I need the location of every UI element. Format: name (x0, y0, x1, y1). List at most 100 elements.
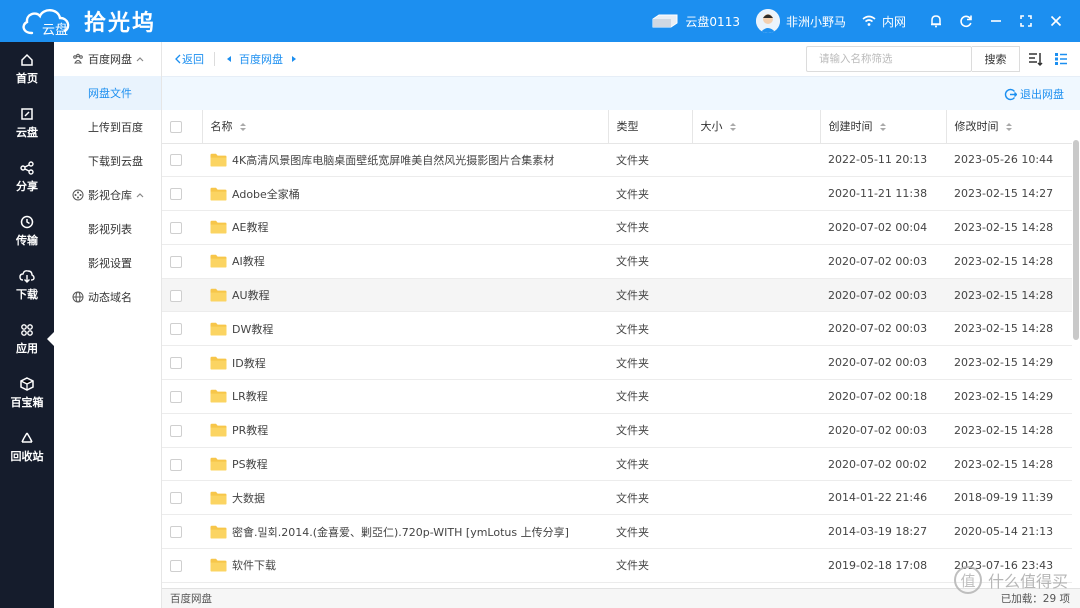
name-cell[interactable]: AU教程 (202, 278, 608, 313)
folder-icon (210, 187, 227, 201)
row-checkbox[interactable] (170, 357, 182, 370)
search-input[interactable] (806, 46, 972, 72)
table-row[interactable]: PS教程 文件夹 2020-07-02 00:02 2023-02-15 14:28 (162, 447, 1072, 482)
fullscreen-button[interactable] (1012, 0, 1040, 42)
row-checkbox[interactable] (170, 188, 182, 201)
table-row[interactable]: DW教程 文件夹 2020-07-02 00:03 2023-02-15 14:28 (162, 311, 1072, 347)
sort-icon[interactable] (1028, 51, 1044, 67)
row-checkbox[interactable] (170, 492, 182, 505)
table-row[interactable]: LR教程 文件夹 2020-07-02 00:18 2023-02-15 14:29 (162, 379, 1072, 414)
name-cell[interactable]: AI教程 (202, 244, 608, 279)
file-name: Adobe全家桶 (232, 187, 300, 201)
name-cell[interactable]: 密會.밀회.2014.(金喜爱、剿亞仁).720p-WITH [ymLotus … (202, 514, 608, 550)
refresh-button[interactable] (952, 0, 980, 42)
nav-toolbox[interactable]: 百宝箱 (0, 366, 54, 420)
table-row[interactable]: ID教程 文件夹 2020-07-02 00:03 2023-02-15 14:29 (162, 345, 1072, 381)
nav-apps[interactable]: 应用 (0, 312, 54, 366)
table-row[interactable]: Adobe全家桶 文件夹 2020-11-21 11:38 2023-02-15 14… (162, 176, 1072, 212)
file-name: AE教程 (232, 221, 269, 235)
refresh-icon (960, 15, 972, 28)
sort-arrows-icon (239, 123, 246, 132)
nav-share[interactable]: 分享 (0, 150, 54, 204)
subnav-group-ddns[interactable]: 动态域名 (54, 280, 161, 314)
folder-icon (210, 457, 227, 471)
name-cell[interactable]: AE教程 (202, 210, 608, 245)
name-cell[interactable]: DW教程 (202, 311, 608, 347)
nav-transfer[interactable]: 传输 (0, 204, 54, 258)
header-type[interactable]: 类型 (608, 110, 693, 144)
device-indicator[interactable]: 云盘0113 (651, 13, 740, 30)
scroll-thumb[interactable] (1073, 140, 1079, 340)
subnav-group-video[interactable]: 影视仓库 (54, 178, 161, 212)
modified-cell: 2023-02-15 14:28 (946, 244, 1072, 279)
toolbar: 返回 百度网盘 搜索 (162, 42, 1080, 76)
subnav-item-upload-baidu[interactable]: 上传到百度 (54, 110, 161, 144)
row-checkbox[interactable] (170, 424, 182, 437)
created-cell: 2020-07-02 00:03 (820, 345, 946, 381)
select-all-checkbox[interactable] (170, 120, 182, 133)
created-cell: 2020-07-02 00:04 (820, 210, 946, 245)
row-checkbox[interactable] (170, 255, 182, 268)
table-row[interactable]: AE教程 文件夹 2020-07-02 00:04 2023-02-15 14:28 (162, 210, 1072, 245)
minimize-button[interactable] (982, 0, 1010, 42)
table-row[interactable]: 大数据 文件夹 2014-01-22 21:46 2018-09-19 11:39 (162, 480, 1072, 516)
name-cell[interactable]: 大数据 (202, 480, 608, 516)
type-cell: 文件夹 (608, 447, 692, 482)
list-view-icon[interactable] (1054, 52, 1068, 66)
row-checkbox[interactable] (170, 323, 182, 336)
header-size[interactable]: 大小 (692, 110, 821, 144)
baidu-paw-icon (73, 53, 83, 64)
nav-cloud-disk[interactable]: 云盘 (0, 96, 54, 150)
created-cell: 2020-07-02 00:03 (820, 244, 946, 279)
table-row[interactable]: AU教程 文件夹 2020-07-02 00:03 2023-02-15 14:28 (162, 278, 1072, 313)
row-checkbox[interactable] (170, 154, 182, 167)
name-cell[interactable]: Adobe全家桶 (202, 176, 608, 212)
close-button[interactable] (1042, 0, 1070, 42)
name-cell[interactable]: 软件下载 (202, 548, 608, 583)
type-cell: 文件夹 (608, 548, 692, 583)
table-row[interactable]: 4K高清风景图库电脑桌面壁纸宽屏唯美自然风光摄影图片合集素材 文件夹 2022-05… (162, 143, 1072, 178)
subnav-group-baidu[interactable]: 百度网盘 (54, 42, 161, 76)
name-cell[interactable]: LR教程 (202, 379, 608, 414)
folder-icon (210, 322, 227, 336)
file-name: 4K高清风景图库电脑桌面壁纸宽屏唯美自然风光摄影图片合集素材 (232, 153, 555, 167)
network-status[interactable]: 内网 (862, 13, 906, 30)
subnav-item-video-list[interactable]: 影视列表 (54, 212, 161, 246)
modified-cell: 2023-02-15 14:28 (946, 413, 1072, 448)
user-name: 非洲小野马 (785, 14, 846, 29)
row-checkbox[interactable] (170, 289, 182, 302)
scrollbar[interactable] (1072, 110, 1080, 588)
row-checkbox[interactable] (170, 390, 182, 403)
row-checkbox[interactable] (170, 221, 182, 234)
table-row[interactable]: 软件下载 文件夹 2019-02-18 17:08 2023-07-16 23:43 (162, 548, 1072, 583)
name-cell[interactable]: 4K高清风景图库电脑桌面壁纸宽屏唯美自然风光摄影图片合集素材 (202, 143, 608, 178)
file-name: 软件下载 (232, 559, 276, 573)
nav-download[interactable]: 下载 (0, 258, 54, 312)
notification-button[interactable] (922, 0, 950, 42)
header-created[interactable]: 创建时间 (820, 110, 947, 144)
user-menu[interactable]: 非洲小野马 (755, 9, 846, 33)
row-checkbox[interactable] (170, 559, 182, 572)
row-checkbox[interactable] (170, 458, 182, 471)
exit-netdisk-link[interactable]: 退出网盘 (1004, 86, 1064, 102)
nav-recycle-bin[interactable]: 回收站 (0, 420, 54, 474)
row-select-cell (162, 379, 202, 414)
search-button[interactable]: 搜索 (972, 46, 1020, 72)
header-modified[interactable]: 修改时间 (946, 110, 1072, 144)
back-button[interactable]: 返回 (174, 51, 204, 67)
header-name[interactable]: 名称 (202, 110, 609, 144)
nav-home[interactable]: 首页 (0, 42, 54, 96)
subnav-item-video-settings[interactable]: 影视设置 (54, 246, 161, 280)
size-cell (692, 548, 820, 583)
subnav-item-cloud-files[interactable]: 网盘文件 (54, 76, 161, 110)
name-cell[interactable]: ID教程 (202, 345, 608, 381)
table-row[interactable]: 密會.밀회.2014.(金喜爱、剿亞仁).720p-WITH [ymLotus … (162, 514, 1072, 550)
type-cell: 文件夹 (608, 379, 692, 414)
table-row[interactable]: AI教程 文件夹 2020-07-02 00:03 2023-02-15 14:28 (162, 244, 1072, 279)
table-row[interactable]: PR教程 文件夹 2020-07-02 00:03 2023-02-15 14:28 (162, 413, 1072, 448)
breadcrumb[interactable]: 百度网盘 (225, 51, 297, 67)
row-checkbox[interactable] (170, 526, 182, 539)
name-cell[interactable]: PS教程 (202, 447, 608, 482)
name-cell[interactable]: PR教程 (202, 413, 608, 448)
subnav-item-download-cloud[interactable]: 下载到云盘 (54, 144, 161, 178)
